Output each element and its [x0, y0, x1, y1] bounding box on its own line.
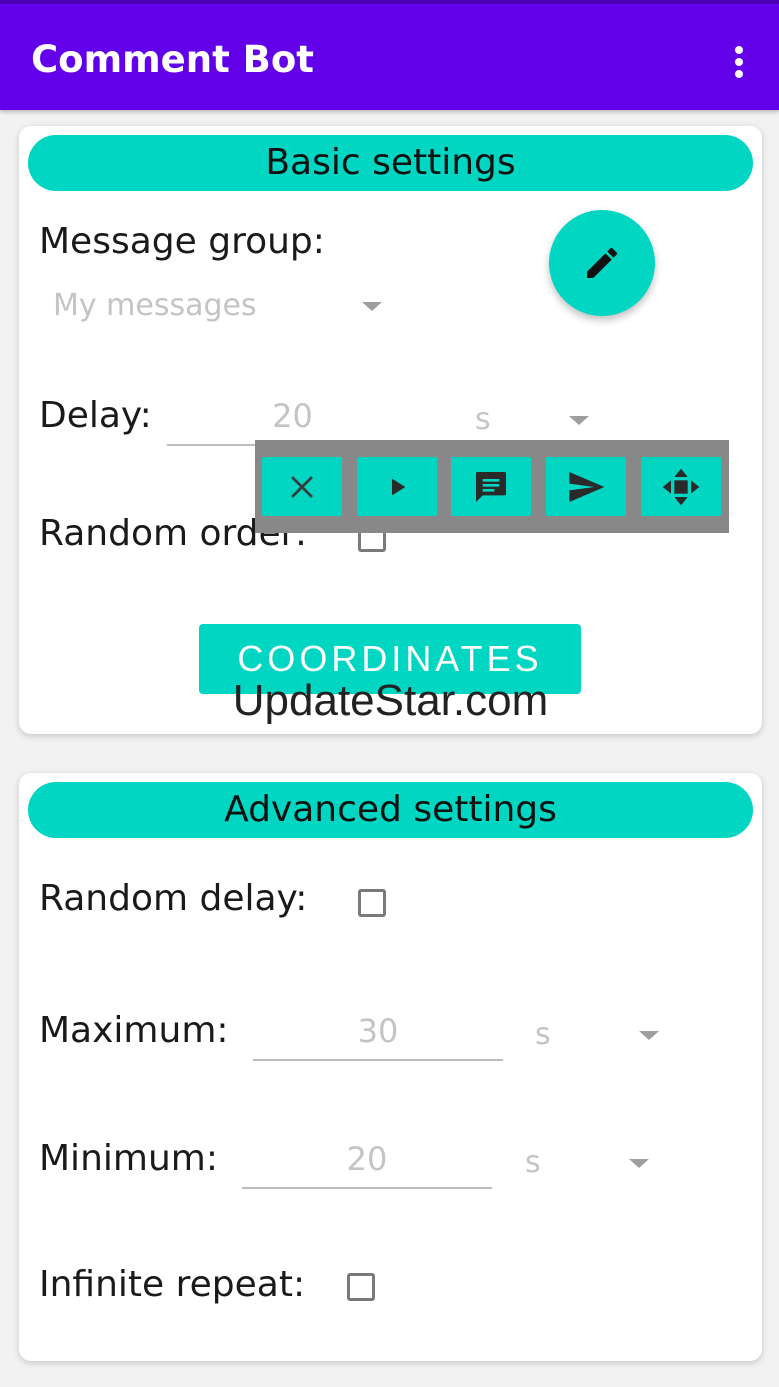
message-group-select[interactable]: My messages [53, 284, 393, 328]
close-button[interactable] [262, 457, 342, 516]
edit-messages-button[interactable] [549, 210, 655, 316]
advanced-settings-card: Advanced settings Random delay: Maximum:… [19, 773, 762, 1361]
delay-value: 20 [272, 397, 313, 435]
infinite-repeat-checkbox[interactable] [347, 1273, 375, 1301]
random-delay-checkbox[interactable] [358, 889, 386, 917]
move-button[interactable] [641, 457, 721, 516]
infinite-repeat-label: Infinite repeat: [39, 1264, 306, 1305]
delay-unit-select[interactable]: s [469, 398, 599, 442]
message-icon [476, 472, 506, 502]
dropdown-arrow-icon [629, 1159, 649, 1168]
minimum-unit-value: s [525, 1145, 541, 1180]
maximum-label: Maximum: [39, 1010, 229, 1051]
send-icon [569, 472, 605, 502]
maximum-unit-select[interactable]: s [529, 1013, 669, 1057]
minimum-label: Minimum: [39, 1138, 218, 1179]
message-button[interactable] [451, 457, 531, 516]
minimum-unit-select[interactable]: s [519, 1141, 659, 1185]
watermark: UpdateStar.com [232, 676, 549, 725]
delay-label: Delay: [39, 395, 152, 436]
message-group-label: Message group: [39, 221, 325, 262]
delay-unit-value: s [475, 402, 491, 437]
move-icon [662, 468, 700, 506]
maximum-unit-value: s [535, 1017, 551, 1052]
advanced-settings-header: Advanced settings [28, 782, 753, 838]
close-icon [291, 476, 313, 498]
random-delay-label: Random delay: [39, 878, 308, 919]
app-title: Comment Bot [31, 38, 314, 81]
send-button[interactable] [546, 457, 626, 516]
overlay-toolbar [255, 440, 729, 533]
message-group-value: My messages [53, 288, 257, 323]
minimum-value: 20 [346, 1140, 388, 1178]
dropdown-arrow-icon [639, 1031, 659, 1040]
maximum-input[interactable]: 30 [253, 1009, 503, 1061]
minimum-input[interactable]: 20 [242, 1137, 492, 1189]
pencil-icon [587, 247, 618, 278]
app-bar: Comment Bot [0, 0, 779, 110]
more-vert-icon[interactable] [723, 42, 755, 82]
dropdown-arrow-icon [362, 302, 382, 311]
dropdown-arrow-icon [569, 416, 589, 425]
play-button[interactable] [357, 457, 437, 516]
basic-settings-card: Basic settings Message group: My message… [19, 126, 762, 734]
maximum-value: 30 [357, 1012, 399, 1050]
play-icon [392, 478, 406, 496]
delay-input[interactable]: 20 [167, 394, 418, 446]
basic-settings-header: Basic settings [28, 135, 753, 191]
